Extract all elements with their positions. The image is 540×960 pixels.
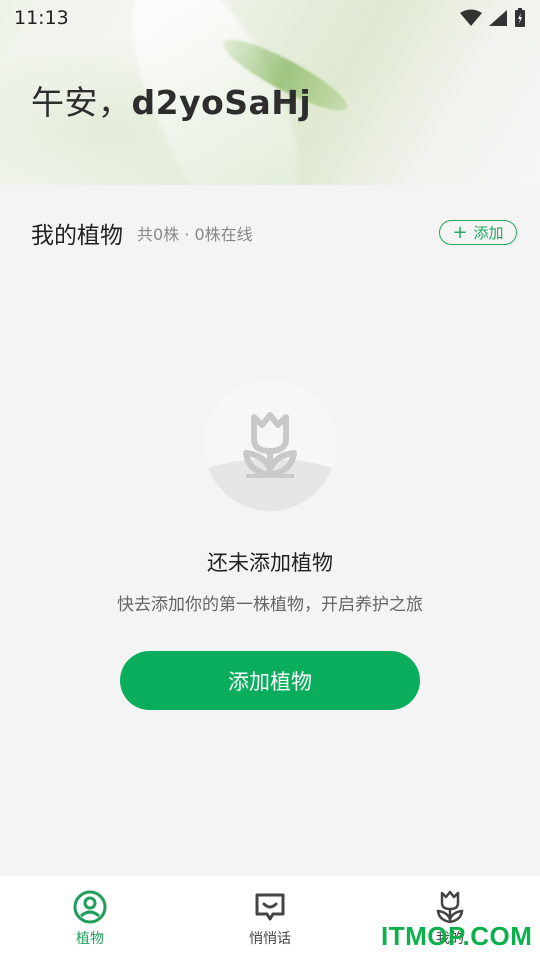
user-circle-icon <box>73 890 107 924</box>
plus-icon: + <box>452 221 468 243</box>
nav-item-plants[interactable]: 植物 <box>0 876 180 960</box>
wifi-icon <box>460 9 482 26</box>
add-pill-label: 添加 <box>473 224 504 242</box>
status-bar: 11:13 <box>0 0 540 36</box>
empty-state-description: 快去添加你的第一株植物，开启养护之旅 <box>117 595 423 615</box>
plant-count: 共0株 · 0株在线 <box>137 225 253 244</box>
nav-item-whisper[interactable]: 悄悄话 <box>180 876 360 960</box>
status-time: 11:13 <box>14 7 69 29</box>
section-title: 我的植物 <box>31 223 123 249</box>
nav-label-plants: 植物 <box>76 931 104 947</box>
empty-illustration <box>204 379 336 511</box>
greeting-prefix: 午安， <box>31 83 132 122</box>
add-plant-pill-button[interactable]: + 添加 <box>439 220 517 245</box>
battery-icon <box>515 8 525 27</box>
tulip-icon <box>436 890 464 924</box>
greeting: 午安，d2yoSaHj <box>31 76 311 124</box>
chat-bubble-icon <box>255 893 285 921</box>
status-icons <box>460 8 526 28</box>
nav-label-whisper: 悄悄话 <box>249 931 291 947</box>
username: d2yoSaHj <box>131 83 312 122</box>
cell-signal-icon <box>489 10 507 26</box>
empty-state-title: 还未添加植物 <box>207 551 333 575</box>
watermark-logo: ITMOP.COM <box>381 921 533 951</box>
tulip-icon <box>243 412 297 478</box>
add-plant-button[interactable]: 添加植物 <box>120 651 420 710</box>
